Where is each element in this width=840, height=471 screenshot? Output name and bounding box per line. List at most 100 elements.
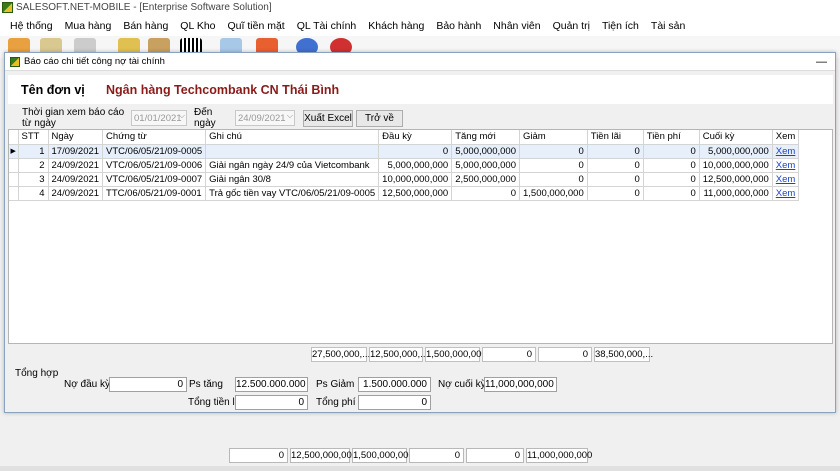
increase-label: Ps tăng [189,379,223,390]
table-cell: 3 [18,172,49,187]
column-header[interactable]: Chứng từ [102,130,207,145]
table-cell: 2 [18,158,49,173]
interest-field[interactable]: 0 [235,395,308,410]
table-header-row: STT Ngày Chứng từ Ghi chú Đầu kỳ Tăng mớ… [9,130,800,145]
table-cell: TTC/06/05/21/09-0001 [102,186,207,201]
table-row[interactable]: 2 24/09/2021 VTC/06/05/21/09-0006 Giải n… [9,158,800,173]
fee-field[interactable]: 0 [358,395,431,410]
row-selector[interactable] [9,172,19,187]
column-header[interactable]: Ngày [48,130,104,145]
opening-field[interactable]: 0 [109,377,187,392]
table-cell: VTC/06/05/21/09-0007 [102,172,207,187]
chevron-down-icon[interactable]: ⌵ [287,111,293,121]
increase-field[interactable]: 12.500.000.000 [235,377,308,392]
view-link[interactable]: Xem [776,160,796,171]
decrease-field[interactable]: 1.500.000.000 [358,377,431,392]
minimize-icon[interactable]: — [816,56,827,68]
table-row[interactable]: ▶ 1 17/09/2021 VTC/06/05/21/09-0005 0 5,… [9,144,800,159]
closing-label: Nợ cuối kỳ [438,379,486,390]
menu-ql-kho[interactable]: QL Kho [174,20,221,32]
column-header[interactable]: Tiền phí [643,130,700,145]
status-cell: 11,000,000,000 [526,448,593,463]
row-selector[interactable] [9,186,19,201]
export-excel-button[interactable]: Xuất Excel [303,109,353,127]
total-interest: 0 [482,347,536,362]
column-header[interactable]: Ghi chú [205,130,380,145]
table-cell: Giải ngân 30/8 [205,172,380,187]
menu-tien-ich[interactable]: Tiện ích [596,20,645,32]
to-date-label: Đến ngày [194,107,216,129]
grid-totals-row: 27,500,000,... 12,500,000,... 1,500,000,… [8,346,833,363]
view-cell: Xem [772,186,800,201]
table-cell: 24/09/2021 [48,186,104,201]
table-cell: 1 [18,144,49,159]
table-cell: 0 [451,186,520,201]
decrease-label: Ps Giảm [316,379,355,390]
status-cell: 1,500,000,000 [352,448,414,463]
table-cell: 0 [519,172,588,187]
view-link[interactable]: Xem [776,146,796,157]
ledger-table: STT Ngày Chứng từ Ghi chú Đầu kỳ Tăng mớ… [9,130,800,201]
menu-nhan-vien[interactable]: Nhân viên [487,20,546,32]
unit-label: Tên đơn vị [21,82,85,97]
fee-label: Tổng phí [316,397,356,408]
table-cell: 0 [519,144,588,159]
column-header[interactable]: Xem [772,130,800,145]
column-header[interactable]: Giảm [519,130,588,145]
table-cell: 2,500,000,000 [451,172,520,187]
menu-khach-hang[interactable]: Khách hàng [362,20,430,32]
table-cell: 0 [587,186,644,201]
table-cell: 0 [587,158,644,173]
back-button[interactable]: Trở về [356,109,403,127]
menu-he-thong[interactable]: Hệ thống [0,20,59,32]
total-increase: 12,500,000,... [369,347,429,362]
table-cell: 11,000,000,000 [699,186,773,201]
table-cell: 0 [378,144,453,159]
table-cell: 0 [643,172,700,187]
to-date-field[interactable]: 24/09/2021 ⌵ [235,110,295,126]
status-cell: 0 [466,448,524,463]
menu-ql-tai-chinh[interactable]: QL Tài chính [291,20,363,32]
unit-header: Tên đơn vị Ngân hàng Techcombank CN Thái… [8,75,833,104]
table-cell: Giải ngân ngày 24/9 của Vietcombank [205,158,380,173]
table-cell: 0 [587,172,644,187]
column-header[interactable]: Cuối kỳ [699,130,773,145]
menu-ban-hang[interactable]: Bán hàng [117,20,174,32]
closing-field[interactable]: 11,000,000,000 [484,377,557,392]
from-date-field[interactable]: 01/01/2021 ⌵ [131,110,187,126]
menu-quy-tien-mat[interactable]: Quĩ tiền mặt [222,20,291,32]
table-row[interactable]: 4 24/09/2021 TTC/06/05/21/09-0001 Trả gố… [9,186,800,201]
total-fee: 0 [538,347,592,362]
view-cell: Xem [772,158,800,173]
row-selector[interactable] [9,158,19,173]
app-title-bar: SALESOFT.NET-MOBILE - [Enterprise Softwa… [0,0,840,15]
to-date-value: 24/09/2021 [238,112,286,124]
menu-mua-hang[interactable]: Mua hàng [59,20,118,32]
row-indicator-header [9,130,19,145]
table-cell: 5,000,000,000 [699,144,773,159]
table-row[interactable]: 3 24/09/2021 VTC/06/05/21/09-0007 Giải n… [9,172,800,187]
from-date-label: Thời gian xem báo cáo từ ngày [22,107,125,129]
view-link[interactable]: Xem [776,174,796,185]
column-header[interactable]: Tăng mới [451,130,520,145]
column-header[interactable]: Đầu kỳ [378,130,453,145]
column-header[interactable]: Tiền lãi [587,130,644,145]
total-decrease: 1,500,000,000 [425,347,487,362]
menu-quan-tri[interactable]: Quản trị [547,20,596,32]
table-cell: VTC/06/05/21/09-0006 [102,158,207,173]
table-cell: 10,000,000,000 [699,158,773,173]
menu-tai-san[interactable]: Tài sản [645,20,691,32]
total-opening: 27,500,000,... [311,347,371,362]
table-cell: 5,000,000,000 [451,144,520,159]
chevron-down-icon[interactable]: ⌵ [179,111,185,121]
menu-bao-hanh[interactable]: Bảo hành [430,20,487,32]
table-cell: 5,000,000,000 [378,158,453,173]
table-cell: 0 [519,158,588,173]
table-cell: 0 [643,186,700,201]
view-link[interactable]: Xem [776,188,796,199]
column-header[interactable]: STT [18,130,49,145]
table-cell [205,144,380,159]
row-selector-icon[interactable]: ▶ [9,144,19,159]
table-cell: 24/09/2021 [48,172,104,187]
unit-value: Ngân hàng Techcombank CN Thái Bình [106,82,340,97]
